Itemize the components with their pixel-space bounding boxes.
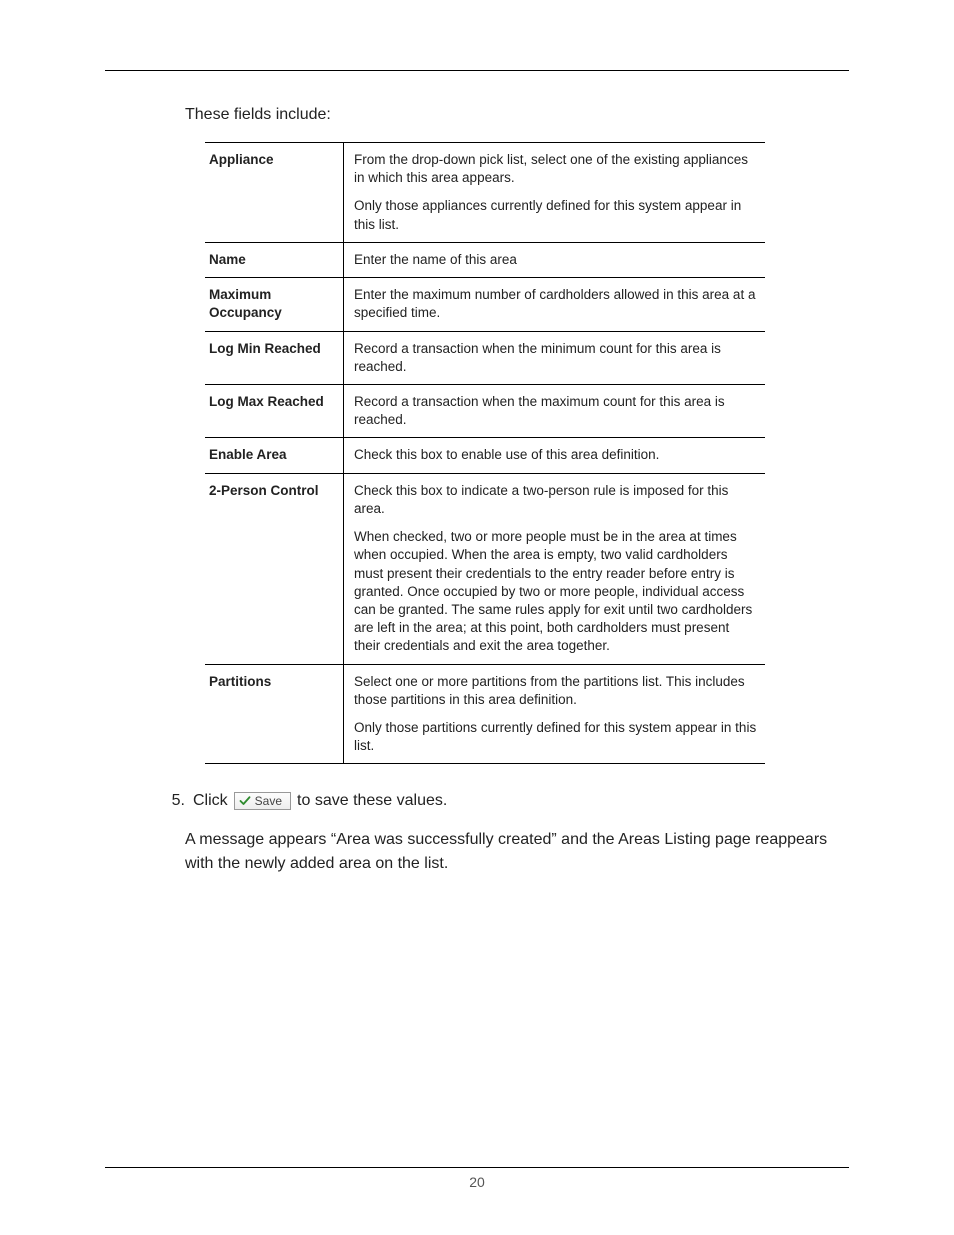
description-paragraph: From the drop-down pick list, select one…	[354, 151, 759, 187]
table-row: Log Max Reached Record a transaction when…	[205, 384, 765, 437]
body-content: These fields include: Appliance From the …	[105, 106, 849, 875]
footer-rule	[105, 1167, 849, 1168]
field-label: Log Max Reached	[205, 384, 344, 437]
fields-table: Appliance From the drop-down pick list, s…	[205, 142, 765, 764]
field-description: Check this box to enable use of this are…	[344, 438, 766, 473]
description-paragraph: Enter the name of this area	[354, 251, 759, 269]
field-label: Log Min Reached	[205, 331, 344, 384]
table-row: Log Min Reached Record a transaction when…	[205, 331, 765, 384]
table-row: 2-Person Control Check this box to indica…	[205, 473, 765, 664]
fields-tbody: Appliance From the drop-down pick list, s…	[205, 143, 765, 764]
result-text: A message appears “Area was successfully…	[185, 828, 849, 874]
save-button[interactable]: Save	[234, 792, 291, 810]
description-paragraph: Check this box to enable use of this are…	[354, 446, 759, 464]
header-rule	[105, 70, 849, 71]
step-number: 5.	[161, 792, 193, 810]
step-after-text: to save these values.	[297, 792, 447, 810]
document-page: These fields include: Appliance From the …	[0, 0, 954, 1235]
field-label: 2-Person Control	[205, 473, 344, 664]
table-row: Name Enter the name of this area	[205, 242, 765, 277]
field-label: Partitions	[205, 664, 344, 764]
description-paragraph: When checked, two or more people must be…	[354, 528, 759, 656]
description-paragraph: Record a transaction when the minimum co…	[354, 340, 759, 376]
table-row: Appliance From the drop-down pick list, s…	[205, 143, 765, 243]
step-5: 5. Click Save to save these values.	[185, 792, 849, 810]
description-paragraph: Only those appliances currently defined …	[354, 197, 759, 233]
field-description: Check this box to indicate a two-person …	[344, 473, 766, 664]
description-paragraph: Check this box to indicate a two-person …	[354, 482, 759, 518]
intro-text: These fields include:	[185, 106, 849, 124]
table-row: Enable Area Check this box to enable use …	[205, 438, 765, 473]
description-paragraph: Enter the maximum number of cardholders …	[354, 286, 759, 322]
page-footer: 20	[105, 1167, 849, 1190]
table-row: Partitions Select one or more partitions …	[205, 664, 765, 764]
field-description: Enter the maximum number of cardholders …	[344, 278, 766, 331]
description-paragraph: Record a transaction when the maximum co…	[354, 393, 759, 429]
page-number: 20	[105, 1174, 849, 1190]
field-description: Record a transaction when the maximum co…	[344, 384, 766, 437]
table-row: Maximum Occupancy Enter the maximum numbe…	[205, 278, 765, 331]
step-click-word: Click	[193, 792, 228, 810]
description-paragraph: Select one or more partitions from the p…	[354, 673, 759, 709]
field-description: Record a transaction when the minimum co…	[344, 331, 766, 384]
field-description: Select one or more partitions from the p…	[344, 664, 766, 764]
check-icon	[239, 795, 251, 807]
field-label: Name	[205, 242, 344, 277]
field-label: Enable Area	[205, 438, 344, 473]
save-button-label: Save	[255, 793, 282, 809]
field-description: From the drop-down pick list, select one…	[344, 143, 766, 243]
field-description: Enter the name of this area	[344, 242, 766, 277]
field-label: Appliance	[205, 143, 344, 243]
description-paragraph: Only those partitions currently defined …	[354, 719, 759, 755]
field-label: Maximum Occupancy	[205, 278, 344, 331]
